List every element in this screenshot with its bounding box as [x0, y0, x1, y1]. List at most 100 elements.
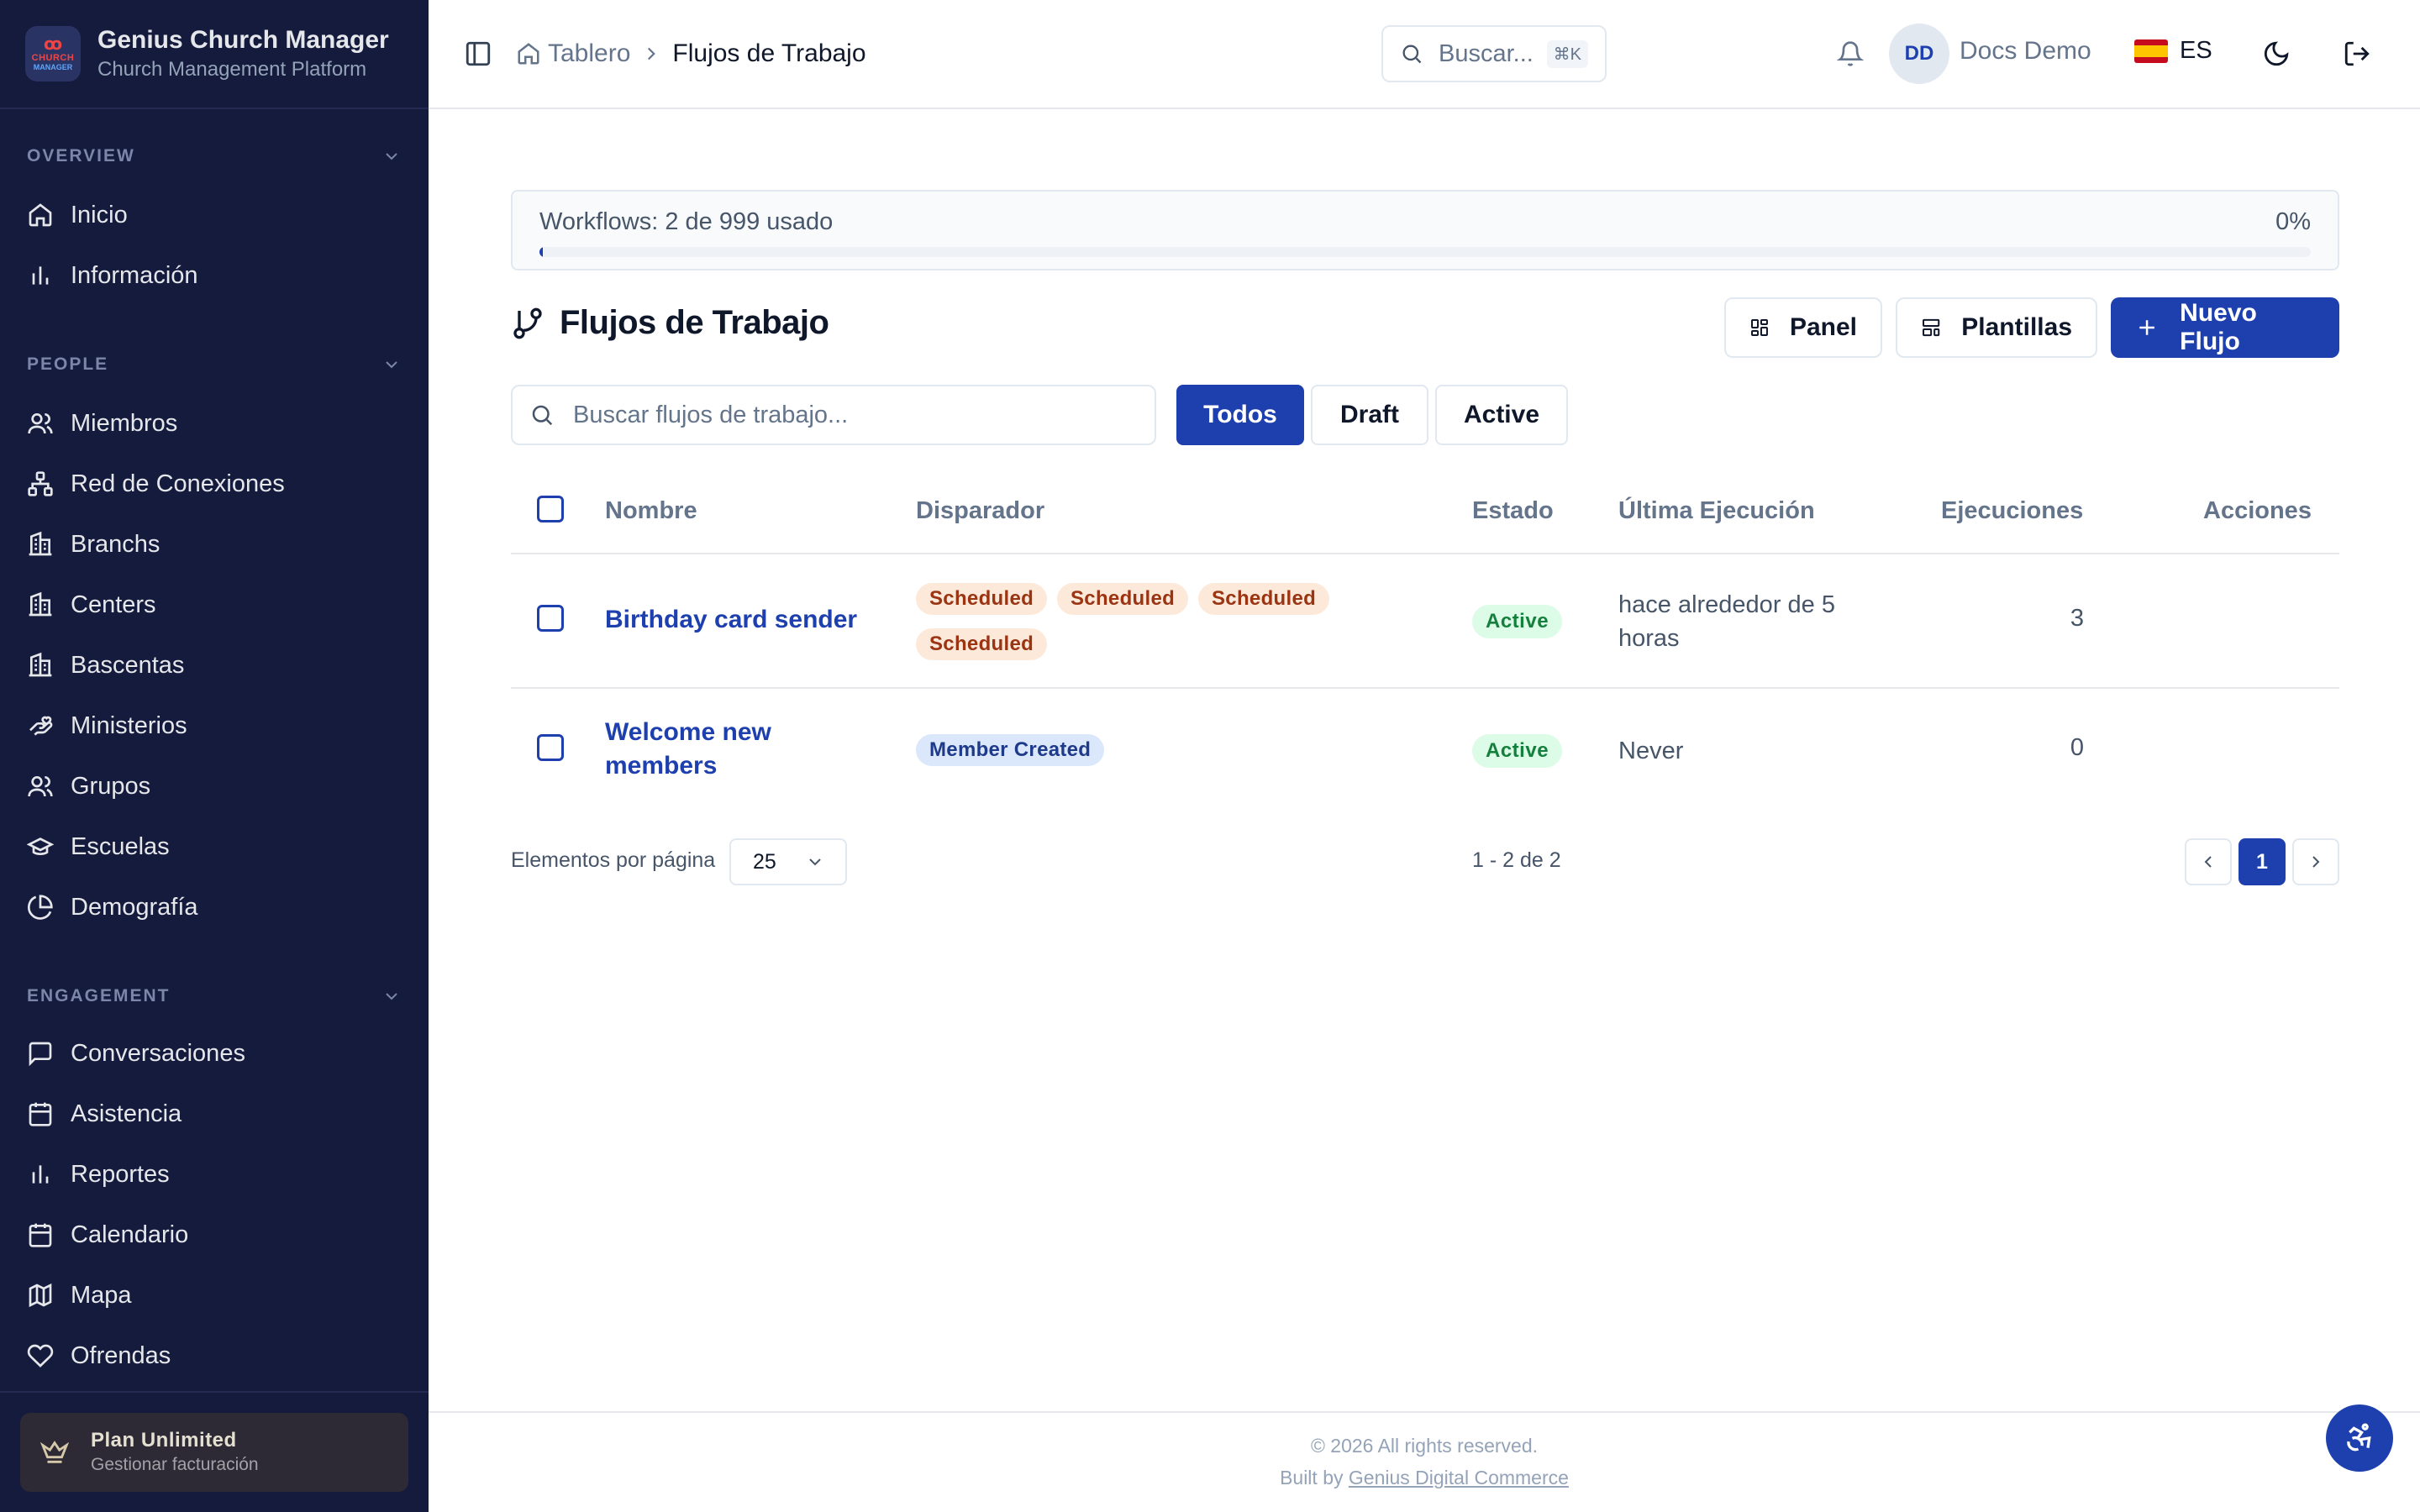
sidebar-item-label: Asistencia	[71, 1100, 182, 1127]
usage-card: Workflows: 2 de 999 usado 0%	[511, 190, 2339, 270]
search-placeholder: Buscar...	[1439, 39, 1534, 67]
row-checkbox[interactable]	[537, 734, 564, 761]
column-header-acciones: Acciones	[2203, 497, 2312, 524]
sidebar-item-demografia[interactable]: Demografía	[27, 877, 402, 937]
column-header-nombre[interactable]: Nombre	[605, 497, 697, 525]
table-divider	[511, 687, 2339, 689]
section-title: ENGAGEMENT	[27, 986, 171, 1005]
next-page-button[interactable]	[2292, 838, 2339, 885]
bar-chart-icon	[32, 266, 49, 285]
page-button-current[interactable]: 1	[2238, 838, 2286, 885]
column-header-ejecuciones[interactable]: Ejecuciones	[1941, 497, 2083, 525]
filter-todos[interactable]: Todos	[1176, 385, 1304, 445]
trigger-tag: Scheduled	[916, 628, 1048, 660]
workflow-search-placeholder: Buscar flujos de trabajo...	[573, 401, 849, 428]
workflow-name-link[interactable]: Birthday card sender	[605, 603, 882, 637]
sidebar-item-label: Inicio	[71, 201, 128, 228]
trigger-tag: Scheduled	[916, 583, 1048, 615]
sidebar-item-escuelas[interactable]: Escuelas	[27, 816, 402, 877]
brand-logo: ꝏ CHURCH MANAGER	[25, 26, 81, 81]
bell-icon[interactable]	[1837, 40, 1864, 67]
sidebar-item-mapa[interactable]: Mapa	[27, 1265, 402, 1326]
sidebar-item-red-de-conexiones[interactable]: Red de Conexiones	[27, 454, 402, 514]
top-header: Tablero Flujos de Trabajo Buscar... ⌘K D…	[429, 0, 2420, 109]
sidebar-item-label: Reportes	[71, 1160, 170, 1188]
sidebar-item-ministerios[interactable]: Ministerios	[27, 696, 402, 756]
moon-icon[interactable]	[2262, 39, 2291, 68]
layout-template-icon	[1923, 318, 1940, 337]
logo-text: MANAGER	[33, 63, 73, 71]
plan-title: Plan Unlimited	[91, 1429, 237, 1452]
sidebar-item-inicio[interactable]: Inicio	[27, 185, 402, 245]
new-workflow-button[interactable]: Nuevo Flujo	[2111, 297, 2339, 358]
sidebar-item-branchs[interactable]: Branchs	[27, 514, 402, 575]
language-switcher[interactable]: ES	[2134, 37, 2212, 65]
breadcrumb-root[interactable]: Tablero	[548, 39, 630, 68]
home-icon[interactable]	[516, 41, 541, 66]
footer-link[interactable]: Genius Digital Commerce	[1349, 1467, 1569, 1488]
sidebar-item-bascentas[interactable]: Bascentas	[27, 635, 402, 696]
sidebar-item-label: Información	[71, 261, 198, 289]
global-search[interactable]: Buscar... ⌘K	[1381, 25, 1607, 82]
accessibility-button[interactable]	[2326, 1404, 2393, 1472]
footer-copyright: © 2026 All rights reserved.	[1310, 1435, 1539, 1457]
search-shortcut: ⌘K	[1546, 39, 1588, 68]
git-branch-icon	[513, 307, 542, 339]
logo-text: CHURCH	[31, 53, 75, 63]
chevron-right-icon	[648, 47, 656, 60]
sidebar-item-conversaciones[interactable]: Conversaciones	[27, 1023, 402, 1084]
calendar-days-icon	[29, 1223, 52, 1247]
sidebar-item-label: Centers	[71, 591, 156, 618]
sidebar-item-centers[interactable]: Centers	[27, 575, 402, 635]
search-icon	[532, 405, 553, 426]
chevron-left-icon	[2204, 856, 2212, 868]
per-page-select[interactable]: 25	[729, 838, 847, 885]
panel-button[interactable]: Panel	[1724, 297, 1882, 358]
graduation-cap-icon	[27, 837, 54, 855]
per-page-value: 25	[753, 849, 776, 874]
filter-active[interactable]: Active	[1435, 385, 1568, 445]
hand-heart-icon	[29, 716, 53, 736]
sidebar-item-label: Red de Conexiones	[71, 470, 285, 497]
plan-card[interactable]: Plan Unlimited Gestionar facturación	[20, 1413, 408, 1492]
workflow-name-link[interactable]: Welcome new members	[605, 716, 815, 783]
sidebar-item-label: Branchs	[71, 530, 160, 558]
sidebar-item-miembros[interactable]: Miembros	[27, 393, 402, 454]
pagination-range: 1 - 2 de 2	[1472, 848, 1561, 872]
chevron-down-icon	[386, 361, 397, 369]
sidebar-toggle-icon[interactable]	[464, 39, 492, 68]
previous-page-button[interactable]	[2185, 838, 2232, 885]
row-checkbox[interactable]	[537, 605, 564, 632]
crown-icon	[40, 1441, 69, 1463]
avatar[interactable]: DD	[1889, 24, 1949, 84]
sidebar-item-informacion[interactable]: Información	[27, 245, 402, 306]
logo-mark: ꝏ	[43, 35, 63, 54]
column-header-ultima-ejecucion[interactable]: Última Ejecución	[1618, 497, 1815, 525]
sidebar-item-label: Grupos	[71, 772, 151, 800]
column-header-estado[interactable]: Estado	[1472, 497, 1554, 525]
section-header-overview[interactable]: OVERVIEW	[27, 139, 402, 173]
heart-icon	[27, 1344, 54, 1368]
new-workflow-button-label: Nuevo Flujo	[2180, 299, 2257, 355]
user-name[interactable]: Docs Demo	[1960, 37, 2091, 66]
nav-section-overview: OVERVIEW Inicio Información	[0, 139, 429, 306]
logout-icon[interactable]	[2343, 39, 2371, 68]
sidebar-item-label: Ministerios	[71, 711, 187, 739]
nav-section-people: PEOPLE Miembros Red de Conexiones Branch…	[0, 348, 429, 937]
sidebar-item-reportes[interactable]: Reportes	[27, 1144, 402, 1205]
status-badge: Active	[1472, 734, 1563, 768]
users-icon	[28, 776, 53, 797]
templates-button[interactable]: Plantillas	[1896, 297, 2097, 358]
sidebar-item-ofrendas[interactable]: Ofrendas	[27, 1326, 402, 1386]
section-header-engagement[interactable]: ENGAGEMENT	[27, 979, 402, 1013]
per-page-label: Elementos por página	[511, 848, 716, 872]
sidebar-item-calendario[interactable]: Calendario	[27, 1205, 402, 1265]
column-header-disparador[interactable]: Disparador	[916, 497, 1044, 525]
sidebar-item-asistencia[interactable]: Asistencia	[27, 1084, 402, 1144]
select-all-checkbox[interactable]	[537, 496, 564, 522]
sidebar-item-grupos[interactable]: Grupos	[27, 756, 402, 816]
filter-draft[interactable]: Draft	[1311, 385, 1428, 445]
workflow-search-input[interactable]: Buscar flujos de trabajo...	[511, 385, 1156, 445]
brand[interactable]: ꝏ CHURCH MANAGER Genius Church Manager C…	[0, 0, 429, 109]
section-header-people[interactable]: PEOPLE	[27, 348, 402, 381]
